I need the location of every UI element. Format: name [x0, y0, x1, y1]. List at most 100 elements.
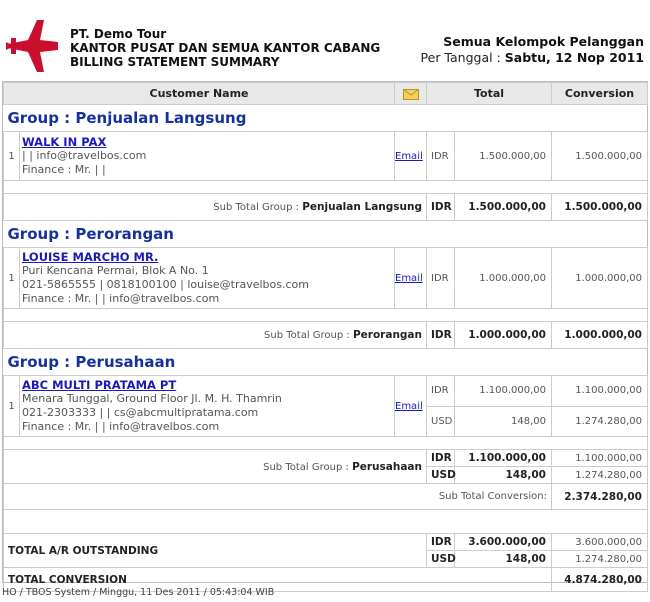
currency: IDR: [426, 533, 455, 551]
total-ar-conversion: 1.274.280,00: [551, 550, 648, 568]
group-title: Group : Penjualan Langsung: [3, 104, 648, 132]
office-line: KANTOR PUSAT DAN SEMUA KANTOR CABANG: [70, 41, 381, 55]
email-cell: Email: [394, 375, 427, 437]
total-ar-row: TOTAL A/R OUTSTANDING IDR 3.600.000,00 3…: [3, 533, 648, 568]
total-conversion-value: 4.874.280,00: [551, 567, 648, 592]
subtotal-prefix: Sub Total Group :: [264, 330, 350, 341]
company-block: PT. Demo Tour KANTOR PUSAT DAN SEMUA KAN…: [70, 27, 380, 69]
currency: USD: [426, 405, 455, 437]
email-link[interactable]: Email: [395, 401, 423, 412]
report-date: Per Tanggal : Sabtu, 12 Nop 2011: [421, 50, 644, 66]
column-email: [394, 82, 427, 105]
total-ar-label: TOTAL A/R OUTSTANDING: [3, 533, 427, 568]
conversion-value: 1.500.000,00: [551, 131, 648, 181]
footer-system-info: HO / TBOS System / Minggu, 11 Des 2011 /…: [2, 587, 275, 598]
subtotal-group-name: Perorangan: [352, 329, 422, 341]
subtotal-label: Sub Total Group : Perusahaan: [3, 449, 427, 484]
currency: IDR: [426, 131, 455, 181]
subtotal-group-name: Perusahaan: [352, 460, 422, 473]
customer-address: | | info@travelbos.com: [22, 149, 147, 162]
conversion-value: 1.274.280,00: [551, 405, 648, 437]
customer-phone: 021-5865555 | 0818100100 | louise@travel…: [22, 278, 309, 291]
total-value: 1.100.000,00: [454, 375, 552, 407]
row-index: 1: [3, 247, 20, 309]
email-link[interactable]: Email: [395, 151, 423, 162]
customer-row: 1 WALK IN PAX | | info@travelbos.com Fin…: [3, 131, 648, 181]
spacer: [3, 509, 648, 534]
subtotal-total: 1.000.000,00: [454, 321, 552, 349]
date-label: Per Tanggal :: [420, 50, 501, 65]
group-title: Group : Perusahaan: [3, 348, 648, 376]
column-conversion: Conversion: [551, 82, 648, 105]
row-index: 1: [3, 375, 20, 437]
subtotal-total: 1.100.000,00: [454, 449, 552, 467]
subtotal-conversion: 1.274.280,00: [551, 466, 648, 484]
column-customer-name: Customer Name: [3, 82, 395, 105]
subtotal-total: 148,00: [454, 466, 552, 484]
total-value: 1.500.000,00: [454, 131, 552, 181]
conversion-value: 1.000.000,00: [551, 247, 648, 309]
customer-phone: 021-2303333 | | cs@abcmultipratama.com: [22, 406, 259, 419]
subtotal-conversion: 1.100.000,00: [551, 449, 648, 467]
table-header: Customer Name Total Conversion: [3, 82, 648, 105]
spacer-row: [3, 509, 648, 534]
currency: IDR: [426, 375, 455, 407]
spacer: [3, 180, 648, 194]
customer-address: Puri Kencana Permai, Blok A No. 1: [22, 264, 209, 277]
total-value: 148,00: [454, 405, 552, 437]
currency: USD: [426, 466, 456, 484]
group-row: Group : Perusahaan: [3, 348, 648, 376]
subtotal-total: 1.500.000,00: [454, 193, 552, 221]
currency: IDR: [426, 449, 455, 467]
customer-finance: Finance : Mr. | | info@travelbos.com: [22, 420, 220, 433]
row-index: 1: [3, 131, 20, 181]
group-row: Group : Perorangan: [3, 220, 648, 248]
subtotal-conversion-row: Sub Total Conversion: 2.374.280,00: [3, 483, 648, 510]
report-scope: Semua Kelompok Pelanggan Per Tanggal : S…: [421, 34, 644, 66]
spacer-row: [3, 308, 648, 322]
report-title: BILLING STATEMENT SUMMARY: [70, 55, 280, 69]
spacer-row: [3, 436, 648, 450]
customer-cell: LOUISE MARCHO MR. Puri Kencana Permai, B…: [19, 247, 395, 309]
customer-cell: WALK IN PAX | | info@travelbos.com Finan…: [19, 131, 395, 181]
subtotal-group-name: Penjualan Langsung: [302, 201, 422, 213]
total-ar-conversion: 3.600.000,00: [551, 533, 648, 551]
subtotal-row: Sub Total Group : Penjualan Langsung IDR…: [3, 193, 648, 221]
subtotal-conversion-label: Sub Total Conversion:: [3, 483, 552, 510]
billing-table: Customer Name Total Conversion Group : P…: [3, 82, 648, 592]
currency: IDR: [426, 193, 455, 221]
customer-finance: Finance : Mr. | | info@travelbos.com: [22, 292, 220, 305]
customer-name-link[interactable]: WALK IN PAX: [22, 135, 392, 149]
subtotal-conversion: 1.000.000,00: [551, 321, 648, 349]
total-ar-total: 148,00: [454, 550, 552, 568]
currency: IDR: [426, 321, 455, 349]
customer-name-link[interactable]: LOUISE MARCHO MR.: [22, 250, 392, 264]
customer-cell: ABC MULTI PRATAMA PT Menara Tunggal, Gro…: [19, 375, 395, 437]
envelope-icon: [402, 88, 419, 100]
email-cell: Email: [394, 247, 427, 309]
email-cell: Email: [394, 131, 427, 181]
spacer-row: [3, 180, 648, 194]
subtotal-label: Sub Total Group : Penjualan Langsung: [3, 193, 427, 221]
airplane-logo: [6, 20, 58, 72]
currency: USD: [426, 550, 456, 568]
currency: IDR: [426, 247, 455, 309]
email-link[interactable]: Email: [395, 273, 423, 284]
subtotal-conversion: 1.500.000,00: [551, 193, 648, 221]
customer-name-link[interactable]: ABC MULTI PRATAMA PT: [22, 378, 392, 392]
conversion-value: 1.100.000,00: [551, 375, 648, 407]
column-total: Total: [426, 82, 552, 105]
spacer: [3, 436, 648, 450]
report-header: PT. Demo Tour KANTOR PUSAT DAN SEMUA KAN…: [0, 0, 650, 82]
subtotal-row: Sub Total Group : Perorangan IDR 1.000.0…: [3, 321, 648, 349]
subtotal-conversion-value: 2.374.280,00: [551, 483, 648, 510]
date-value: Sabtu, 12 Nop 2011: [504, 50, 644, 65]
customer-finance: Finance : Mr. | |: [22, 163, 106, 176]
spacer: [3, 308, 648, 322]
group-title: Group : Perorangan: [3, 220, 648, 248]
group-row: Group : Penjualan Langsung: [3, 104, 648, 132]
subtotal-prefix: Sub Total Group :: [263, 461, 349, 473]
company-name: PT. Demo Tour: [70, 27, 167, 41]
customer-row: 1 LOUISE MARCHO MR. Puri Kencana Permai,…: [3, 247, 648, 309]
subtotal-prefix: Sub Total Group :: [213, 202, 300, 213]
